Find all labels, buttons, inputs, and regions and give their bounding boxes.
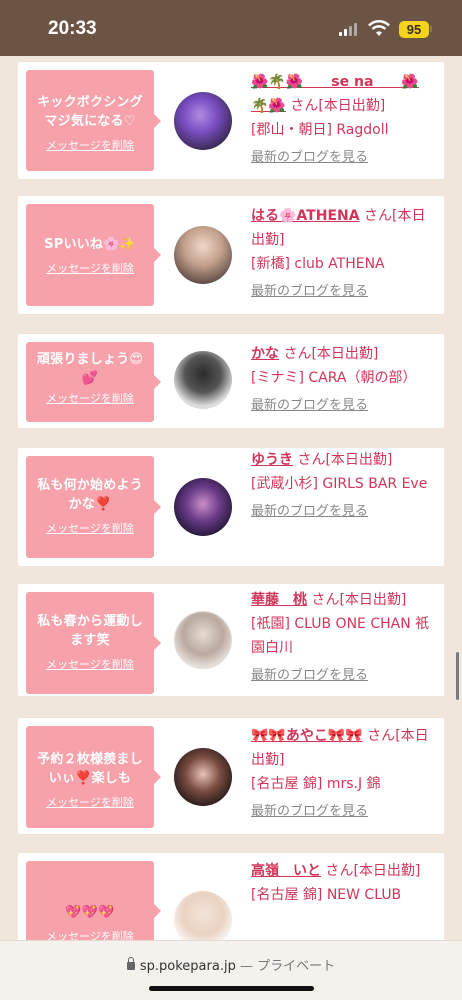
blog-link[interactable]: 最新のブログを見る <box>251 664 436 688</box>
attendance-status: [本日出勤] <box>311 346 379 362</box>
blog-link[interactable]: 最新のブログを見る <box>251 800 436 824</box>
avatar[interactable] <box>174 226 232 284</box>
san-label: さん <box>283 346 312 362</box>
girl-name-link[interactable]: 🎀🎀あやこ🎀🎀 <box>251 728 363 744</box>
girl-info: はる🌸ATHENA さん[本日出勤] [新橋] club ATHENA 最新のブ… <box>251 204 436 304</box>
wifi-icon <box>368 20 390 36</box>
message-bubble: 私も春から運動し ます笑 メッセージを削除 <box>26 592 161 694</box>
attendance-status: [本日出勤] <box>339 592 407 608</box>
avatar[interactable] <box>174 351 232 409</box>
message-text: SPいいね🌸✨ <box>44 237 136 252</box>
girl-info: かな さん[本日出勤] [ミナミ] CARA（朝の部） 最新のブログを見る <box>251 342 436 418</box>
delete-message-link[interactable]: メッセージを削除 <box>26 656 154 672</box>
shop-name: [武蔵小杉] GIRLS BAR Eve <box>251 476 428 492</box>
message-text: 私も春から運動し ます笑 <box>37 614 143 648</box>
delete-message-link[interactable]: メッセージを削除 <box>26 794 154 810</box>
cellular-signal-icon <box>339 22 359 36</box>
attendance-status: [本日出勤] <box>325 452 393 468</box>
shop-name: [郡山・朝日] Ragdoll <box>251 122 389 138</box>
san-label: さん <box>311 592 340 608</box>
girl-info: 🎀🎀あやこ🎀🎀 さん[本日出勤] [名古屋 錦] mrs.J 錦 最新のブログを… <box>251 724 436 824</box>
shop-name: [新橋] club ATHENA <box>251 256 385 272</box>
message-text: 私も何か始めよう かな❣️ <box>37 478 143 512</box>
girl-name-link[interactable]: ゆうき <box>251 452 293 468</box>
delete-message-link[interactable]: メッセージを削除 <box>26 928 154 940</box>
girl-name-link[interactable]: かな <box>251 346 279 362</box>
san-label: さん <box>325 863 354 879</box>
avatar[interactable] <box>174 92 232 150</box>
san-label: さん <box>367 728 396 744</box>
san-label: さん <box>290 98 319 114</box>
message-bubble: 💖💖💖 メッセージを削除 <box>26 861 161 940</box>
scroll-indicator[interactable] <box>456 652 459 700</box>
avatar[interactable] <box>174 748 232 806</box>
girl-name-link[interactable]: 華藤 桃 <box>251 592 307 608</box>
message-text: 頑張りましょう😍 💕 <box>36 352 144 386</box>
shop-name: [名古屋 錦] mrs.J 錦 <box>251 776 381 792</box>
girl-name-link[interactable]: 高嶺 いと <box>251 863 321 879</box>
battery-icon: 95 <box>399 21 429 38</box>
message-bubble: キックボクシング マジ気になる♡ メッセージを削除 <box>26 70 161 171</box>
message-bubble: 予約２枚様羨まし いぃ❣️楽しも メッセージを削除 <box>26 726 161 828</box>
girl-name-link[interactable]: はる🌸ATHENA <box>251 208 360 224</box>
url-domain: sp.pokepara.jp <box>139 959 236 974</box>
avatar[interactable] <box>174 478 232 536</box>
message-text: 💖💖💖 <box>65 905 115 920</box>
home-indicator[interactable] <box>149 986 314 991</box>
blog-link[interactable]: 最新のブログを見る <box>251 500 436 524</box>
shop-name: [名古屋 錦] NEW CLUB <box>251 887 402 903</box>
avatar[interactable] <box>174 611 232 669</box>
message-list[interactable]: キックボクシング マジ気になる♡ メッセージを削除 🌺🌴🌺 se na 🌺 🌴🌺… <box>0 56 462 940</box>
message-bubble: SPいいね🌸✨ メッセージを削除 <box>26 204 161 306</box>
blog-link[interactable]: 最新のブログを見る <box>251 280 436 304</box>
girl-info: ゆうき さん[本日出勤] [武蔵小杉] GIRLS BAR Eve 最新のブログ… <box>251 448 436 524</box>
delete-message-link[interactable]: メッセージを削除 <box>26 390 154 406</box>
blog-link[interactable]: 最新のブログを見る <box>251 394 436 418</box>
message-card: SPいいね🌸✨ メッセージを削除 はる🌸ATHENA さん[本日出勤] [新橋]… <box>18 196 444 314</box>
url-text[interactable]: sp.pokepara.jp — プライベート <box>0 955 462 974</box>
message-card: 私も春から運動し ます笑 メッセージを削除 華藤 桃 さん[本日出勤] [祇園]… <box>18 584 444 696</box>
girl-info: 🌺🌴🌺 se na 🌺 🌴🌺 さん[本日出勤] [郡山・朝日] Ragdoll … <box>251 70 436 170</box>
delete-message-link[interactable]: メッセージを削除 <box>26 260 154 276</box>
blog-link[interactable]: 最新のブログを見る <box>251 146 436 170</box>
url-bar[interactable]: sp.pokepara.jp — プライベート <box>0 940 462 1000</box>
girl-info: 高嶺 いと さん[本日出勤] [名古屋 錦] NEW CLUB <box>251 859 436 907</box>
delete-message-link[interactable]: メッセージを削除 <box>26 137 154 153</box>
lock-icon <box>126 957 135 970</box>
message-card: 頑張りましょう😍 💕 メッセージを削除 かな さん[本日出勤] [ミナミ] CA… <box>18 334 444 428</box>
status-bar: 20:33 95 <box>0 0 462 56</box>
message-card: 💖💖💖 メッセージを削除 高嶺 いと さん[本日出勤] [名古屋 錦] NEW … <box>18 853 444 940</box>
message-card: キックボクシング マジ気になる♡ メッセージを削除 🌺🌴🌺 se na 🌺 🌴🌺… <box>18 62 444 179</box>
shop-name: [ミナミ] CARA（朝の部） <box>251 370 417 386</box>
message-card: 私も何か始めよう かな❣️ メッセージを削除 ゆうき さん[本日出勤] [武蔵小… <box>18 448 444 566</box>
message-bubble: 私も何か始めよう かな❣️ メッセージを削除 <box>26 456 161 558</box>
delete-message-link[interactable]: メッセージを削除 <box>26 520 154 536</box>
girl-info: 華藤 桃 さん[本日出勤] [祇園] CLUB ONE CHAN 祇園白川 最新… <box>251 588 436 688</box>
message-card: 予約２枚様羨まし いぃ❣️楽しも メッセージを削除 🎀🎀あやこ🎀🎀 さん[本日出… <box>18 718 444 834</box>
status-time: 20:33 <box>48 18 97 39</box>
san-label: さん <box>297 452 326 468</box>
message-text: キックボクシング マジ気になる♡ <box>37 95 143 129</box>
message-bubble: 頑張りましょう😍 💕 メッセージを削除 <box>26 342 161 422</box>
message-text: 予約２枚様羨まし いぃ❣️楽しも <box>37 752 143 786</box>
private-mode-label: — プライベート <box>239 959 336 974</box>
san-label: さん <box>364 208 393 224</box>
attendance-status: [本日出勤] <box>318 98 386 114</box>
attendance-status: [本日出勤] <box>353 863 421 879</box>
avatar[interactable] <box>174 891 232 940</box>
shop-name: [祇園] CLUB ONE CHAN 祇園白川 <box>251 616 430 656</box>
